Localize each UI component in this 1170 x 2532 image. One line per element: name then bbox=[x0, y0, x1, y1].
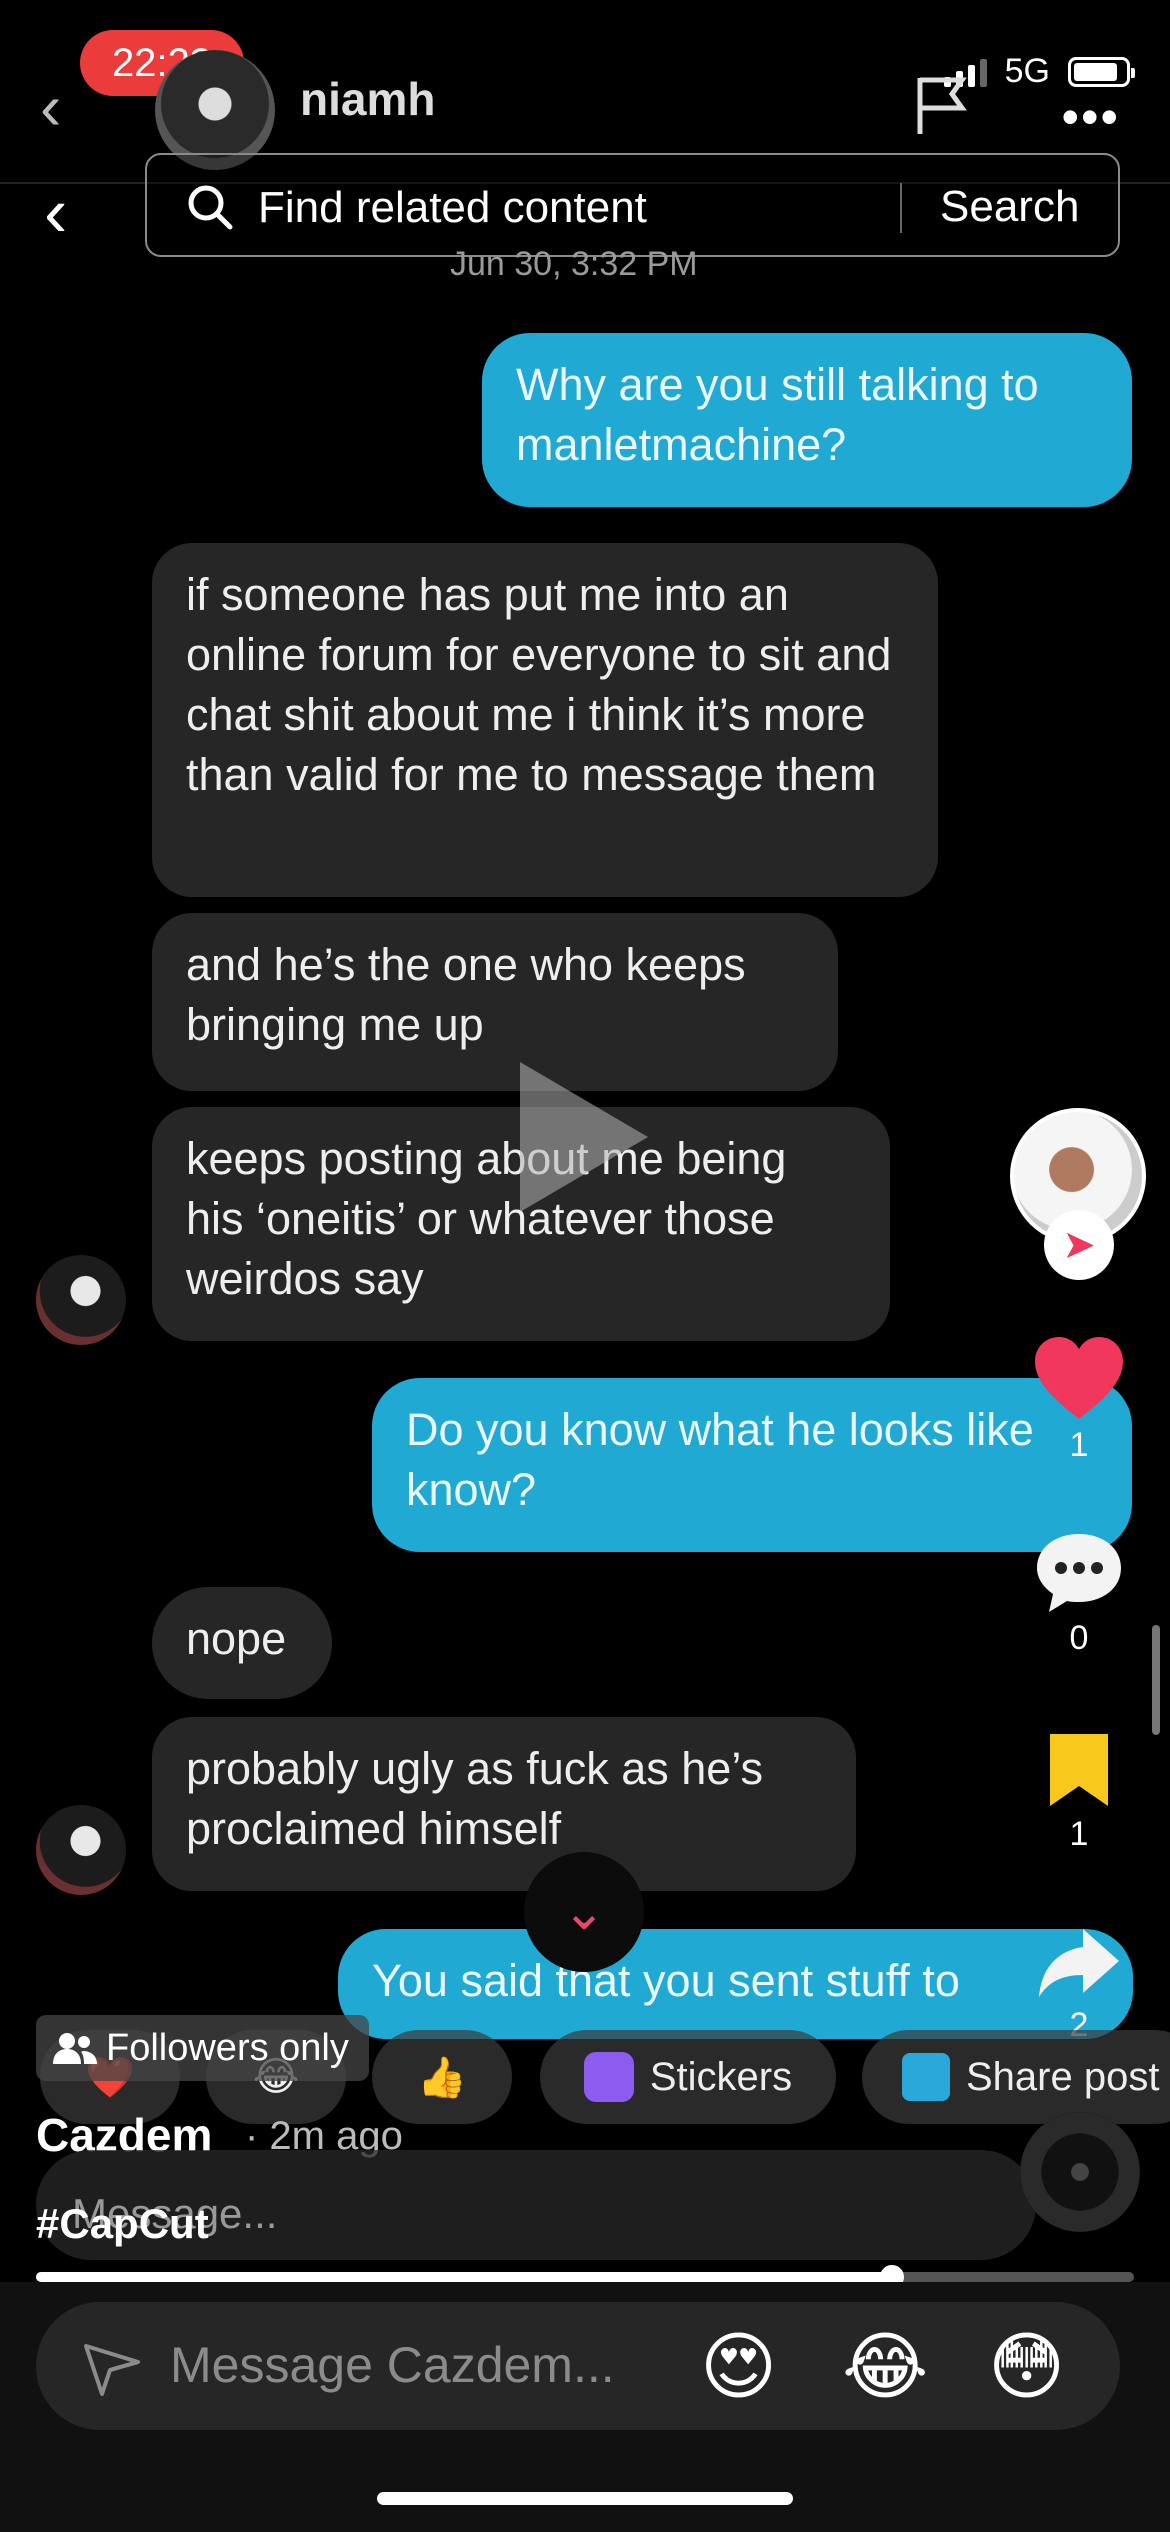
more-icon: ••• bbox=[1061, 89, 1120, 145]
sticker-icon bbox=[583, 2052, 634, 2102]
comment-button[interactable]: 0 bbox=[1014, 1530, 1144, 1658]
message-bubble-received: if someone has put me into an online for… bbox=[152, 543, 938, 897]
battery-icon bbox=[1068, 56, 1135, 87]
contact-avatar-small bbox=[36, 1805, 126, 1895]
message-timestamp: Jun 30, 3:32 PM bbox=[450, 245, 698, 283]
flag-icon bbox=[917, 77, 967, 134]
stickers-label: Stickers bbox=[649, 2054, 793, 2099]
progress-fill bbox=[36, 2272, 892, 2282]
contact-avatar bbox=[155, 50, 275, 170]
bookmark-icon bbox=[1050, 1734, 1108, 1806]
share-icon bbox=[1039, 1929, 1119, 1997]
share-button[interactable]: 2 bbox=[1014, 1925, 1144, 2045]
back-icon[interactable]: ‹ bbox=[44, 172, 67, 252]
contact-avatar-small bbox=[36, 1255, 126, 1345]
post-caption[interactable]: #CapCut bbox=[36, 2200, 209, 2248]
message-bubble-received: and he’s the one who keeps bringing me u… bbox=[152, 913, 838, 1091]
send-icon bbox=[84, 2344, 140, 2396]
search-icon bbox=[188, 185, 233, 230]
share-post-button[interactable]: Share post bbox=[862, 2030, 1170, 2124]
message-bubble-sent: Why are you still talking to manletmachi… bbox=[482, 333, 1132, 507]
followers-only-badge: Followers only bbox=[36, 2015, 369, 2081]
scrollbar[interactable] bbox=[1152, 1625, 1160, 1735]
music-disc-icon[interactable] bbox=[1020, 2112, 1140, 2232]
search-divider bbox=[900, 183, 902, 233]
thumbs-up-emoji-icon: 👍 bbox=[417, 2055, 467, 2100]
message-placeholder[interactable]: Message Cazdem... bbox=[170, 2336, 615, 2394]
home-indicator bbox=[377, 2492, 793, 2505]
comment-icon bbox=[1037, 1534, 1121, 1612]
bookmark-count: 1 bbox=[1069, 1815, 1089, 1853]
search-button[interactable]: Search bbox=[940, 182, 1079, 232]
contact-name: niamh bbox=[300, 73, 436, 125]
share-post-icon bbox=[902, 2053, 950, 2101]
share-post-label: Share post bbox=[966, 2054, 1160, 2099]
heart-icon bbox=[1035, 1337, 1123, 1419]
comment-count: 0 bbox=[1069, 1619, 1089, 1657]
people-icon bbox=[53, 2033, 97, 2064]
flushed-emoji-button[interactable]: 😳 bbox=[988, 2324, 1065, 2410]
network-label: 5G bbox=[1004, 52, 1050, 90]
play-icon[interactable] bbox=[520, 1062, 648, 1212]
follow-icon[interactable]: ➤ bbox=[1044, 1210, 1114, 1280]
followers-only-label: Followers only bbox=[106, 2026, 349, 2069]
heart-eyes-emoji-button[interactable]: 😍 bbox=[700, 2324, 777, 2410]
stickers-button[interactable]: Stickers bbox=[540, 2030, 836, 2124]
laughing-emoji-button[interactable]: 😂 bbox=[842, 2324, 928, 2410]
bookmark-button[interactable]: 1 bbox=[1014, 1730, 1144, 1854]
like-count: 1 bbox=[1069, 1426, 1089, 1464]
message-bubble-received: nope bbox=[152, 1587, 332, 1699]
reaction-thumbs-up-button[interactable]: 👍 bbox=[372, 2030, 512, 2124]
search-placeholder[interactable]: Find related content bbox=[258, 183, 647, 233]
like-button[interactable]: 1 bbox=[1014, 1335, 1144, 1465]
message-bubble-received: probably ugly as fuck as he’s proclaimed… bbox=[152, 1717, 856, 1891]
chat-back-icon: ‹ bbox=[40, 71, 62, 143]
scroll-down-icon[interactable]: ⌄ bbox=[524, 1852, 644, 1972]
